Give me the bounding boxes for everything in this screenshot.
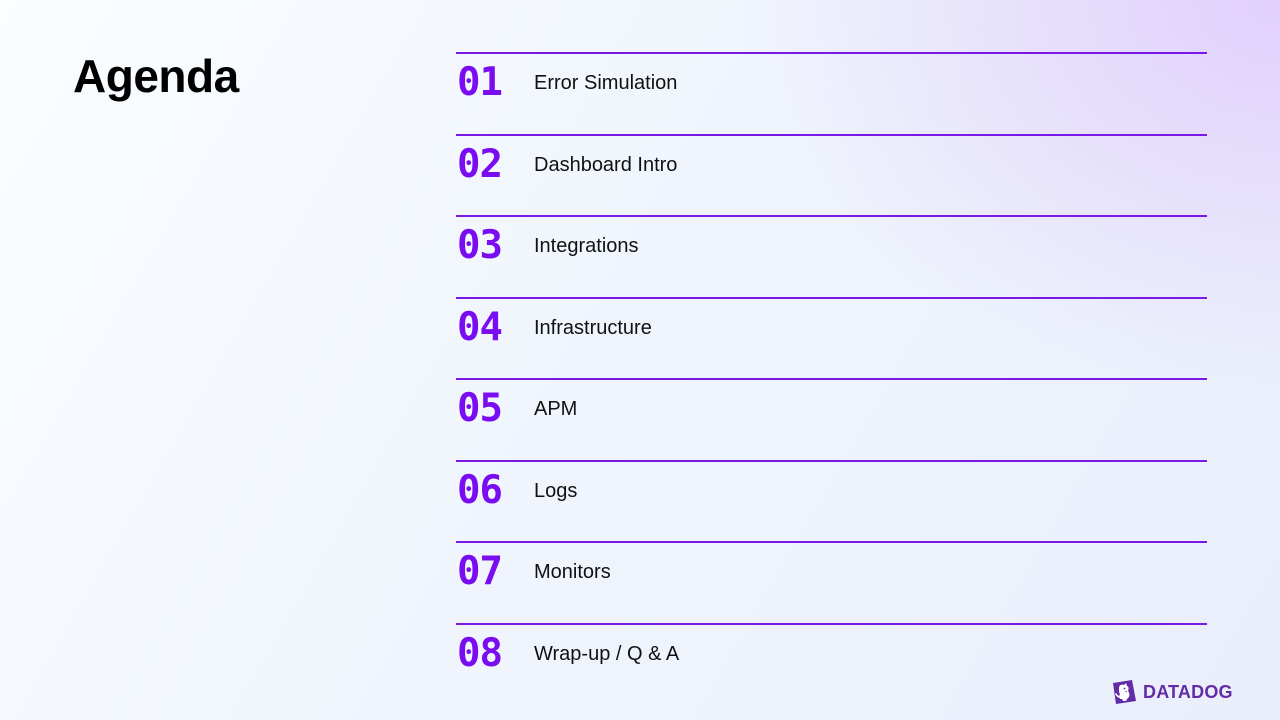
agenda-item-label: Error Simulation <box>534 72 678 94</box>
agenda-item: 07 Monitors <box>456 541 1207 623</box>
agenda-item-number: 05 <box>457 386 503 431</box>
page-title: Agenda <box>73 50 239 102</box>
agenda-item-label: Monitors <box>534 561 611 583</box>
agenda-item-number: 01 <box>457 60 503 105</box>
agenda-item: 02 Dashboard Intro <box>456 133 1207 216</box>
agenda-item-label: APM <box>534 398 578 420</box>
agenda-item-label: Wrap-up / Q & A <box>534 642 680 665</box>
brand-name: DATADOG <box>1143 681 1233 702</box>
agenda-item-label: Dashboard Intro <box>534 153 678 176</box>
agenda-item-number: 07 <box>457 549 503 594</box>
agenda-item-label: Integrations <box>534 235 639 257</box>
brand-logo: DATADOG <box>1110 677 1233 707</box>
agenda-item: 05 APM <box>456 378 1207 460</box>
agenda-list: 01 Error Simulation 02 Dashboard Intro 0… <box>456 52 1207 704</box>
agenda-item-label: Infrastructure <box>534 316 652 339</box>
agenda-item-number: 04 <box>457 304 503 350</box>
agenda-item-label: Logs <box>534 479 578 502</box>
agenda-item-number: 03 <box>457 223 503 268</box>
agenda-item: 03 Integrations <box>456 215 1207 297</box>
datadog-dog-logo-icon <box>1113 680 1136 704</box>
agenda-item: 04 Infrastructure <box>456 296 1207 379</box>
agenda-item-number: 08 <box>457 630 503 676</box>
agenda-slide: Agenda 01 Error Simulation 02 Dashboard … <box>0 0 1280 720</box>
agenda-item: 08 Wrap-up / Q & A <box>456 622 1207 705</box>
agenda-item: 01 Error Simulation <box>456 52 1207 134</box>
agenda-item-number: 02 <box>457 141 503 187</box>
agenda-item-number: 06 <box>457 467 503 513</box>
agenda-item: 06 Logs <box>456 459 1207 542</box>
